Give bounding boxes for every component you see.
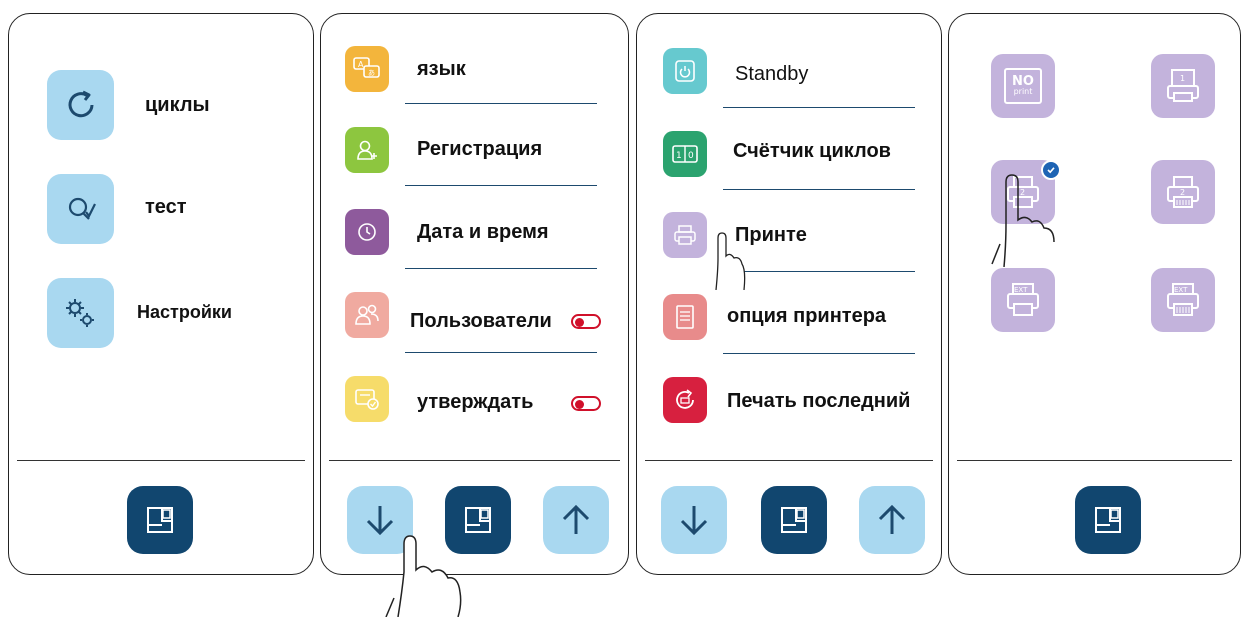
footer-bar	[9, 462, 313, 574]
footer-divider	[645, 460, 933, 461]
item-separator	[723, 271, 915, 272]
registration-tile[interactable]	[345, 127, 389, 173]
no-print-option[interactable]: NO print	[991, 54, 1055, 118]
svg-text:0: 0	[688, 151, 694, 161]
document-icon	[676, 305, 694, 329]
test-label: тест	[145, 196, 187, 218]
item-separator	[405, 103, 597, 104]
approve-icon	[355, 389, 379, 410]
counter-icon: 1 0	[672, 145, 698, 163]
approve-label: утверждать	[417, 391, 534, 413]
no-print-subtext: print	[1013, 87, 1033, 96]
standby-tile[interactable]	[663, 48, 707, 94]
printer-2-wide-option[interactable]: 2	[1151, 160, 1215, 224]
users-toggle[interactable]	[571, 314, 601, 329]
pointing-hand-icon	[385, 535, 462, 617]
main-menu-screen: циклы тест Настройки	[8, 13, 314, 575]
printer-ext-wide-icon: EXT	[1167, 283, 1199, 316]
translate-icon: A あ	[353, 57, 380, 78]
printer-1-number: 1	[1180, 74, 1185, 83]
home-button[interactable]	[761, 486, 827, 554]
approve-toggle[interactable]	[571, 396, 601, 411]
refresh-icon	[68, 90, 93, 118]
item-separator	[723, 189, 915, 190]
arrow-up-icon	[878, 504, 906, 534]
users-tile[interactable]	[345, 292, 389, 338]
settings-button[interactable]	[47, 278, 114, 348]
home-button[interactable]	[127, 486, 193, 554]
footer-bar	[321, 462, 628, 574]
test-button[interactable]	[47, 174, 114, 244]
no-print-icon: NO print	[1004, 68, 1042, 104]
printer-1-option[interactable]: 1	[1151, 54, 1215, 118]
footer-divider	[17, 460, 305, 461]
printer-settings-screen: Standby 1 0 Счётчик циклов Принте опция …	[636, 13, 942, 575]
home-panel-icon	[781, 507, 807, 533]
search-check-icon	[68, 197, 96, 220]
item-separator	[723, 107, 915, 108]
arrow-down-icon	[680, 506, 708, 536]
footer-divider	[957, 460, 1232, 461]
printer-ext-icon: EXT	[1007, 283, 1039, 316]
arrow-up-icon	[562, 504, 590, 534]
printer-ext-wide-text: EXT	[1174, 286, 1188, 294]
printer-option-label: опция принтера	[727, 305, 887, 327]
users-label: Пользователи	[410, 310, 552, 332]
registration-label: Регистрация	[417, 138, 543, 160]
printer-1-icon: 1	[1167, 69, 1199, 102]
power-icon	[675, 60, 695, 82]
item-separator	[405, 352, 597, 353]
footer-bar	[949, 462, 1240, 574]
svg-text:1: 1	[676, 151, 682, 161]
home-button[interactable]	[1075, 486, 1141, 554]
reprint-last-tile[interactable]	[663, 377, 707, 423]
printer-select-screen: NO print 1 2 2 EXT EXT	[948, 13, 1241, 575]
footer-divider	[329, 460, 620, 461]
language-tile[interactable]: A あ	[345, 46, 389, 92]
item-separator	[405, 185, 597, 186]
cycles-label: циклы	[145, 94, 210, 116]
settings-screen: A あ язык Регистрация Дата и время Пользо…	[320, 13, 629, 575]
scroll-up-button[interactable]	[543, 486, 609, 554]
printer-2-wide-number: 2	[1180, 188, 1185, 197]
footer-bar	[637, 462, 941, 574]
printer-ext-text: EXT	[1014, 286, 1028, 294]
date-time-tile[interactable]	[345, 209, 389, 255]
standby-label: Standby	[735, 63, 809, 85]
printer-2-wide-icon: 2	[1167, 176, 1199, 208]
cycle-counter-tile[interactable]: 1 0	[663, 131, 707, 177]
svg-text:A: A	[358, 60, 364, 69]
item-separator	[405, 268, 597, 269]
printer-ext-wide-option[interactable]: EXT	[1151, 268, 1215, 332]
cycles-button[interactable]	[47, 70, 114, 140]
printer-ext-option[interactable]: EXT	[991, 268, 1055, 332]
cycle-counter-label: Счётчик циклов	[733, 140, 891, 162]
home-panel-icon	[465, 507, 491, 533]
item-separator	[723, 353, 915, 354]
svg-text:あ: あ	[368, 69, 375, 77]
pointing-hand-icon	[991, 174, 1055, 267]
printer-icon	[674, 225, 696, 245]
settings-label: Настройки	[137, 302, 232, 322]
scroll-down-button[interactable]	[661, 486, 727, 554]
home-panel-icon	[1095, 507, 1121, 533]
language-label: язык	[417, 58, 466, 80]
reprint-last-label: Печать последний	[727, 390, 911, 412]
printer-option-tile[interactable]	[663, 294, 707, 340]
user-add-icon	[357, 140, 377, 160]
reprint-icon	[676, 389, 694, 409]
date-time-label: Дата и время	[417, 221, 549, 243]
scroll-up-button[interactable]	[859, 486, 925, 554]
printer-tile[interactable]	[663, 212, 707, 258]
pointing-hand-icon	[715, 232, 746, 290]
home-panel-icon	[147, 507, 173, 533]
clock-icon	[358, 223, 376, 241]
approve-tile[interactable]	[345, 376, 389, 422]
gears-icon	[65, 299, 94, 327]
users-icon	[355, 304, 379, 325]
